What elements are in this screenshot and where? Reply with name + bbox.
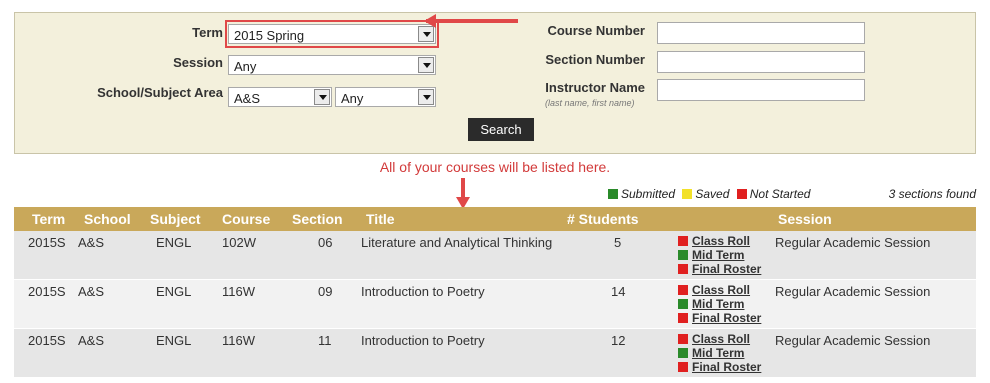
table-header: Term School Subject Course Section Title… — [14, 207, 976, 231]
course-number-input[interactable] — [657, 22, 865, 44]
cell-session: Regular Academic Session — [775, 235, 931, 250]
instructor-name-label: Instructor Name — [545, 80, 645, 95]
term-label: Term — [192, 25, 223, 40]
yellow-square-icon — [682, 189, 693, 199]
mid-term-link[interactable]: Mid Term — [678, 346, 761, 360]
term-select-value: 2015 Spring — [234, 28, 305, 43]
sections-found-count: 3 sections found — [888, 187, 976, 201]
cell-title: Introduction to Poetry — [361, 284, 485, 299]
cell-students: 14 — [611, 284, 626, 299]
roster-links: Class Roll Mid Term Final Roster — [678, 283, 761, 325]
mid-term-link[interactable]: Mid Term — [678, 248, 761, 262]
cell-section: 09 — [318, 284, 333, 299]
term-select[interactable]: 2015 Spring — [228, 24, 436, 44]
table-row: 2015S A&S ENGL 102W 06 Literature and An… — [14, 231, 976, 280]
courses-listed-note: All of your courses will be listed here. — [379, 159, 611, 175]
cell-title: Literature and Analytical Thinking — [361, 235, 553, 250]
session-select[interactable]: Any — [228, 55, 436, 75]
search-button[interactable]: Search — [468, 118, 534, 141]
cell-title: Introduction to Poetry — [361, 333, 485, 348]
red-square-icon — [678, 264, 688, 274]
header-course: Course — [222, 211, 271, 227]
class-roll-link[interactable]: Class Roll — [678, 332, 761, 346]
legend-submitted: Submitted — [608, 187, 675, 201]
header-session: Session — [778, 211, 832, 227]
cell-term: 2015S — [28, 333, 66, 348]
table-row: 2015S A&S ENGL 116W 11 Introduction to P… — [14, 329, 976, 378]
chevron-down-icon[interactable] — [418, 57, 434, 73]
header-students: # Students — [567, 211, 639, 227]
class-roll-link[interactable]: Class Roll — [678, 283, 761, 297]
cell-section: 06 — [318, 235, 333, 250]
chevron-down-icon[interactable] — [418, 89, 434, 105]
status-legend: Submitted Saved Not Started — [608, 187, 814, 201]
cell-students: 5 — [614, 235, 622, 250]
table-row: 2015S A&S ENGL 116W 09 Introduction to P… — [14, 280, 976, 329]
search-panel: Term 2015 Spring Session Any School/Subj… — [14, 12, 976, 154]
green-square-icon — [678, 299, 688, 309]
cell-subject: ENGL — [156, 235, 192, 250]
cell-section: 11 — [318, 333, 332, 348]
school-subject-label: School/Subject Area — [97, 85, 223, 100]
cell-school: A&S — [78, 333, 105, 348]
subject-select[interactable]: Any — [335, 87, 436, 107]
cell-session: Regular Academic Session — [775, 333, 931, 348]
school-select-value: A&S — [234, 91, 261, 106]
roster-links: Class Roll Mid Term Final Roster — [678, 332, 761, 374]
cell-course: 116W — [222, 284, 255, 299]
chevron-down-icon[interactable] — [314, 89, 330, 105]
school-select[interactable]: A&S — [228, 87, 332, 107]
final-roster-link[interactable]: Final Roster — [678, 360, 761, 374]
cell-term: 2015S — [28, 235, 66, 250]
red-square-icon — [678, 236, 688, 246]
red-square-icon — [678, 285, 688, 295]
cell-subject: ENGL — [156, 284, 192, 299]
red-square-icon — [736, 189, 747, 199]
header-school: School — [84, 211, 131, 227]
red-square-icon — [678, 362, 688, 372]
annotation-arrow-left — [426, 19, 518, 23]
cell-session: Regular Academic Session — [775, 284, 931, 299]
cell-students: 12 — [611, 333, 626, 348]
mid-term-link[interactable]: Mid Term — [678, 297, 761, 311]
final-roster-link[interactable]: Final Roster — [678, 311, 761, 325]
header-subject: Subject — [150, 211, 201, 227]
red-square-icon — [678, 334, 688, 344]
class-roll-link[interactable]: Class Roll — [678, 234, 761, 248]
header-section: Section — [292, 211, 343, 227]
instructor-name-input[interactable] — [657, 79, 865, 101]
session-select-value: Any — [234, 59, 257, 74]
final-roster-link[interactable]: Final Roster — [678, 262, 761, 276]
cell-school: A&S — [78, 235, 105, 250]
chevron-down-icon[interactable] — [418, 26, 434, 42]
green-square-icon — [678, 250, 688, 260]
green-square-icon — [608, 189, 618, 199]
section-number-input[interactable] — [657, 51, 865, 73]
cell-subject: ENGL — [156, 333, 192, 348]
green-square-icon — [678, 348, 688, 358]
cell-course: 116W — [222, 333, 255, 348]
section-number-label: Section Number — [545, 52, 645, 67]
subject-select-value: Any — [341, 91, 364, 106]
red-square-icon — [678, 313, 688, 323]
session-label: Session — [173, 55, 223, 70]
legend-not-started: Not Started — [736, 187, 810, 201]
cell-school: A&S — [78, 284, 105, 299]
courses-table: Term School Subject Course Section Title… — [14, 207, 976, 378]
legend-saved: Saved — [682, 187, 729, 201]
header-term: Term — [32, 211, 66, 227]
annotation-arrow-left-head — [424, 14, 436, 28]
annotation-arrow-down — [461, 178, 465, 198]
cell-course: 102W — [222, 235, 256, 250]
instructor-name-hint: (last name, first name) — [545, 98, 635, 108]
header-title: Title — [366, 211, 395, 227]
cell-term: 2015S — [28, 284, 66, 299]
roster-links: Class Roll Mid Term Final Roster — [678, 234, 761, 276]
course-number-label: Course Number — [547, 23, 645, 38]
